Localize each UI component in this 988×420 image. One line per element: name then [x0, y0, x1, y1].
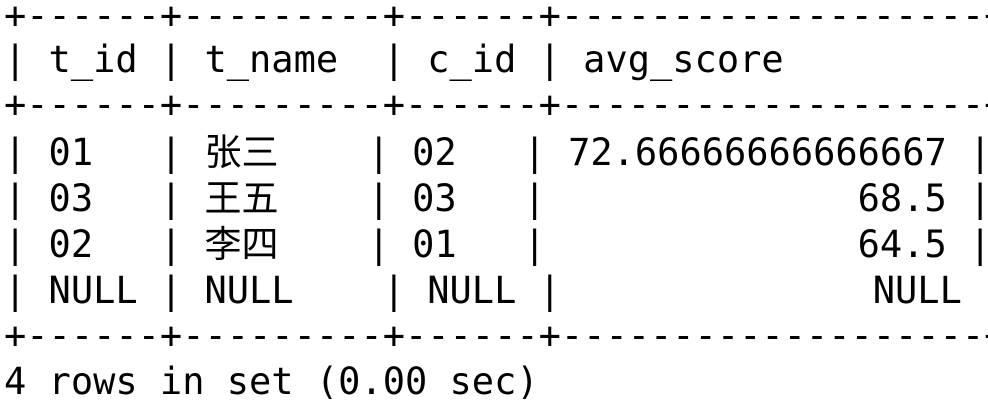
terminal-output: +------+---------+------+---------------…	[0, 0, 988, 420]
table-border-bottom: +------+---------+------+---------------…	[4, 314, 988, 357]
table-border-top: +------+---------+------+---------------…	[4, 0, 988, 37]
query-status-text: 4 rows in set (0.00 sec)	[4, 360, 539, 403]
table-row: | NULL | NULL | NULL | NULL |	[4, 269, 988, 312]
table-row: | 02 | 李四 | 01 | 64.5 |	[4, 223, 988, 266]
table-row: | 01 | 张三 | 02 | 72.66666666666667 |	[4, 131, 988, 174]
table-border-header: +------+---------+------+---------------…	[4, 83, 988, 126]
table-header-row: | t_id | t_name | c_id | avg_score |	[4, 38, 988, 81]
table-row: | 03 | 王五 | 03 | 68.5 |	[4, 177, 988, 220]
